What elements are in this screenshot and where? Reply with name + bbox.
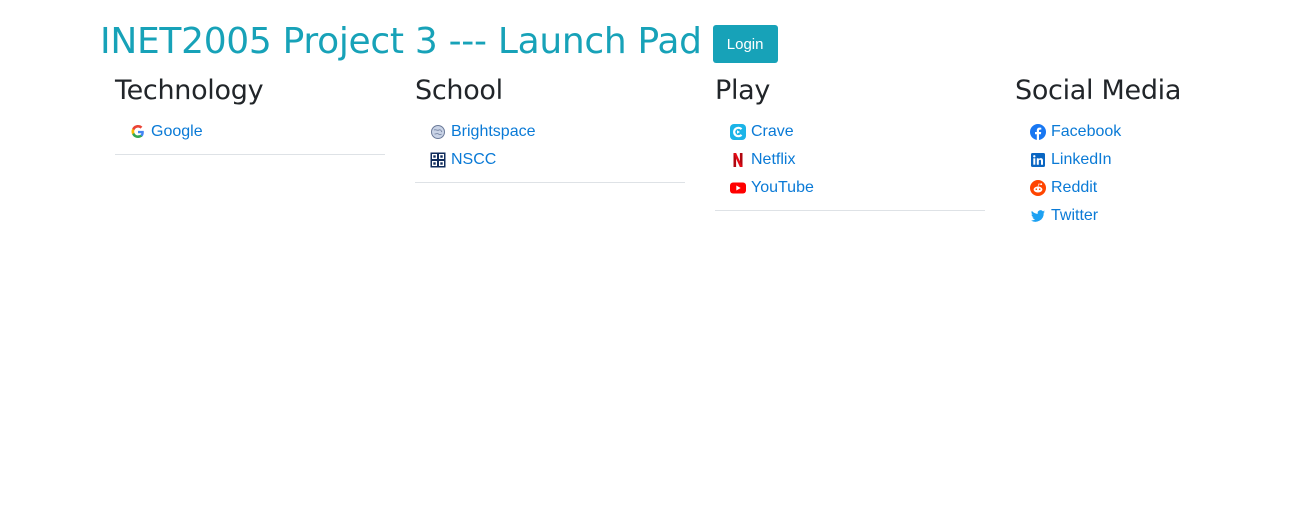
- list-item: NSCC: [430, 146, 685, 174]
- twitter-icon: [1031, 210, 1045, 222]
- category-social-media: Social Media Facebook LinkedIn Reddit Tw…: [1015, 74, 1285, 230]
- link-label: Crave: [751, 123, 794, 140]
- link-list: Crave Netflix YouTube: [715, 118, 985, 202]
- category-play: Play Crave Netflix YouTube: [715, 74, 985, 211]
- list-item: Reddit: [1030, 174, 1285, 202]
- link-list: Google: [115, 118, 385, 146]
- link-nscc[interactable]: NSCC: [430, 151, 496, 169]
- link-youtube[interactable]: YouTube: [730, 179, 814, 197]
- list-item: Netflix: [730, 146, 985, 174]
- list-item: YouTube: [730, 174, 985, 202]
- category-title: Social Media: [1015, 75, 1182, 106]
- google-icon: [131, 125, 144, 138]
- youtube-icon: [730, 182, 746, 194]
- page-header: INET2005 Project 3 --- Launch Pad Login: [100, 20, 778, 64]
- list-item: Google: [130, 118, 385, 146]
- category-school: School Brightspace NSCC: [415, 74, 685, 183]
- divider: [115, 154, 385, 155]
- list-item: LinkedIn: [1030, 146, 1285, 174]
- link-twitter[interactable]: Twitter: [1030, 207, 1098, 225]
- login-button[interactable]: Login: [712, 25, 778, 63]
- link-label: Twitter: [1051, 207, 1099, 224]
- link-label: NSCC: [451, 151, 497, 168]
- link-google[interactable]: Google: [130, 123, 203, 141]
- page-title: INET2005 Project 3 --- Launch Pad: [100, 21, 702, 62]
- netflix-icon: [733, 153, 743, 167]
- link-label: Google: [151, 123, 203, 140]
- category-technology: Technology Google: [115, 74, 385, 155]
- facebook-icon: [1030, 124, 1046, 140]
- link-label: Facebook: [1051, 123, 1122, 140]
- category-title: Technology: [115, 75, 264, 106]
- category-title: Play: [715, 75, 771, 106]
- link-label: YouTube: [751, 179, 814, 196]
- link-label: Brightspace: [451, 123, 536, 140]
- reddit-icon: [1030, 180, 1046, 196]
- link-reddit[interactable]: Reddit: [1030, 179, 1097, 197]
- linkedin-icon: [1031, 153, 1045, 167]
- link-facebook[interactable]: Facebook: [1030, 123, 1121, 141]
- list-item: Twitter: [1030, 202, 1285, 230]
- link-label: LinkedIn: [1051, 151, 1112, 168]
- list-item: Crave: [730, 118, 985, 146]
- link-brightspace[interactable]: Brightspace: [430, 123, 536, 141]
- link-label: Netflix: [751, 151, 796, 168]
- list-item: Facebook: [1030, 118, 1285, 146]
- link-label: Reddit: [1051, 179, 1098, 196]
- link-crave[interactable]: Crave: [730, 123, 794, 141]
- nscc-icon: [430, 152, 446, 168]
- link-list: Brightspace NSCC: [415, 118, 685, 174]
- divider: [715, 210, 985, 211]
- list-item: Brightspace: [430, 118, 685, 146]
- crave-icon: [730, 124, 746, 140]
- link-linkedin[interactable]: LinkedIn: [1030, 151, 1112, 169]
- category-title: School: [415, 75, 503, 106]
- brightspace-icon: [431, 125, 445, 139]
- divider: [415, 182, 685, 183]
- link-netflix[interactable]: Netflix: [730, 151, 795, 169]
- link-list: Facebook LinkedIn Reddit Twitter: [1015, 118, 1285, 230]
